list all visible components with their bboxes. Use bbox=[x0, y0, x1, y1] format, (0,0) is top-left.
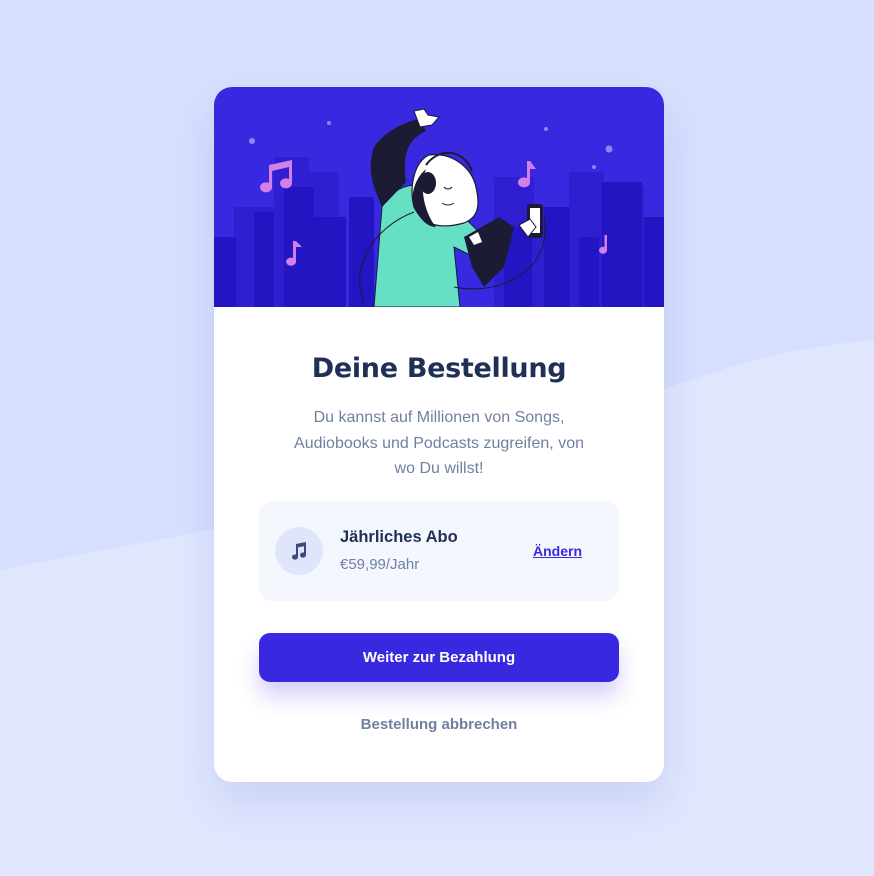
music-note-icon bbox=[275, 527, 323, 575]
page-title: Deine Bestellung bbox=[311, 353, 567, 384]
change-plan-link[interactable]: Ändern bbox=[533, 543, 582, 559]
plan-summary: Jährliches Abo €59,99/Jahr Ändern bbox=[259, 501, 619, 601]
proceed-to-payment-button[interactable]: Weiter zur Bezahlung bbox=[259, 633, 619, 682]
order-summary-card: Deine Bestellung Du kannst auf Millionen… bbox=[214, 87, 664, 782]
plan-name: Jährliches Abo bbox=[340, 528, 458, 546]
order-description: Du kannst auf Millionen von Songs, Audio… bbox=[294, 409, 584, 477]
plan-price: €59,99/Jahr bbox=[340, 556, 420, 573]
hero-illustration bbox=[214, 87, 664, 307]
cancel-order-button[interactable]: Bestellung abbrechen bbox=[259, 711, 619, 737]
